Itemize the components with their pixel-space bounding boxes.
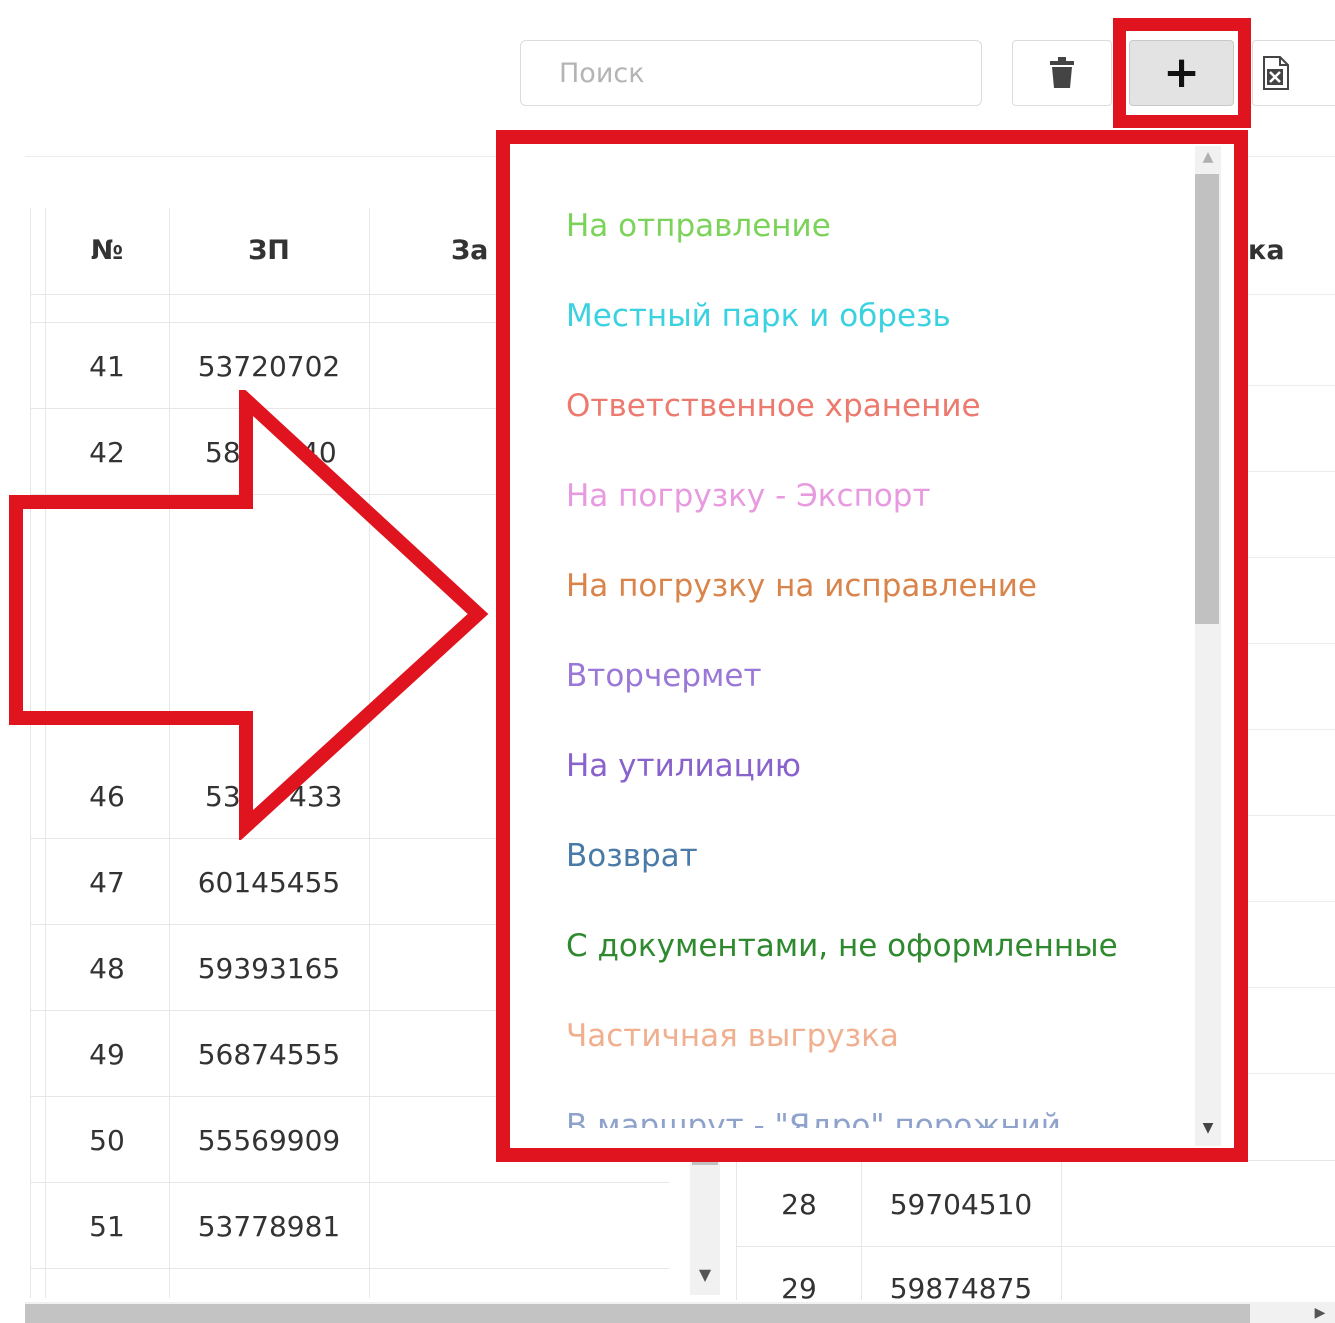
cell-number: 50 <box>89 1124 125 1157</box>
column-header-fragment-right[interactable]: ка <box>1248 208 1335 294</box>
delete-button[interactable] <box>1012 40 1112 106</box>
grid-line <box>1248 987 1335 988</box>
grid-line <box>1248 643 1335 644</box>
cell-zp: 60145455 <box>197 866 341 899</box>
cell-number: 51 <box>89 1210 125 1243</box>
cell-zp-fragment: 433 <box>289 780 343 813</box>
menu-item-mestny-park[interactable]: Местный парк и обрезь <box>566 286 951 346</box>
scroll-up-arrow-icon[interactable]: ▲ <box>1195 148 1221 166</box>
cell-number: 48 <box>89 952 125 985</box>
grid-line <box>1248 901 1335 902</box>
trash-icon <box>1050 57 1074 88</box>
menu-item-vtorchermet[interactable]: Вторчермет <box>566 646 762 706</box>
cell-zp: 59874875 <box>889 1272 1033 1300</box>
grid-line <box>1248 385 1335 386</box>
excel-file-icon <box>1262 56 1289 90</box>
menu-item-na-utilizaciyu[interactable]: На утилиацию <box>566 736 801 796</box>
cell-number: 29 <box>781 1272 817 1300</box>
menu-item-na-pogruzku-ispravlenie[interactable]: На погрузку на исправление <box>566 556 1037 616</box>
scroll-down-arrow-icon[interactable]: ▼ <box>692 1262 718 1288</box>
grid-line <box>1248 815 1335 816</box>
menu-item-otvetstvennoe-hranenie[interactable]: Ответственное хранение <box>566 376 981 436</box>
wagon-table-right: 28 59704510 29 59874875 <box>736 1160 1335 1300</box>
column-header-number[interactable]: № <box>45 208 169 294</box>
horizontal-scrollbar-thumb[interactable] <box>25 1304 1250 1323</box>
scroll-down-arrow-icon[interactable]: ▼ <box>1195 1118 1221 1138</box>
menu-item-na-otpravlenie[interactable]: На отправление <box>566 196 831 256</box>
cell-zp: 53 <box>205 780 241 813</box>
grid-line <box>1248 1073 1335 1074</box>
menu-item-vozvrat[interactable]: Возврат <box>566 826 698 886</box>
menu-item-s-dokumentami[interactable]: С документами, не оформленные <box>566 916 1118 976</box>
column-header-zp[interactable]: ЗП <box>169 208 369 294</box>
menu-item-v-marshrut-yadro[interactable]: В маршрут - "Ядро" порожний <box>566 1096 1061 1128</box>
search-input[interactable] <box>520 40 982 106</box>
menu-item-chastichnaya-vygruzka[interactable]: Частичная выгрузка <box>566 1006 899 1066</box>
cell-zp: 56874555 <box>197 1038 341 1071</box>
cell-number: 46 <box>89 780 125 813</box>
cell-zp: 58 <box>205 436 241 469</box>
cell-number: 41 <box>89 350 125 383</box>
cell-zp: 53720702 <box>197 350 341 383</box>
dropdown-scrollbar-thumb[interactable] <box>1195 174 1219 624</box>
cell-zp: 55569909 <box>197 1124 341 1157</box>
cell-zp: 59704510 <box>889 1188 1033 1221</box>
cell-number: 28 <box>781 1188 817 1221</box>
grid-line <box>1248 729 1335 730</box>
cell-zp-fragment: 40 <box>301 436 337 469</box>
grid-line <box>1248 557 1335 558</box>
cell-number: 49 <box>89 1038 125 1071</box>
add-status-dropdown[interactable]: На отправление Местный парк и обрезь Отв… <box>496 130 1248 1162</box>
add-button-highlight <box>1113 18 1251 128</box>
cell-number: 47 <box>89 866 125 899</box>
cell-zp: 59393165 <box>197 952 341 985</box>
grid-line <box>1248 294 1335 295</box>
dropdown-menu: На отправление Местный парк и обрезь Отв… <box>510 144 1192 1128</box>
menu-item-na-pogruzku-eksport[interactable]: На погрузку - Экспорт <box>566 466 931 526</box>
cell-zp: 53778981 <box>197 1210 341 1243</box>
scroll-right-arrow-icon[interactable]: ▶ <box>1310 1303 1330 1323</box>
grid-line <box>1248 471 1335 472</box>
cell-number: 42 <box>89 436 125 469</box>
export-excel-button[interactable] <box>1252 40 1335 106</box>
